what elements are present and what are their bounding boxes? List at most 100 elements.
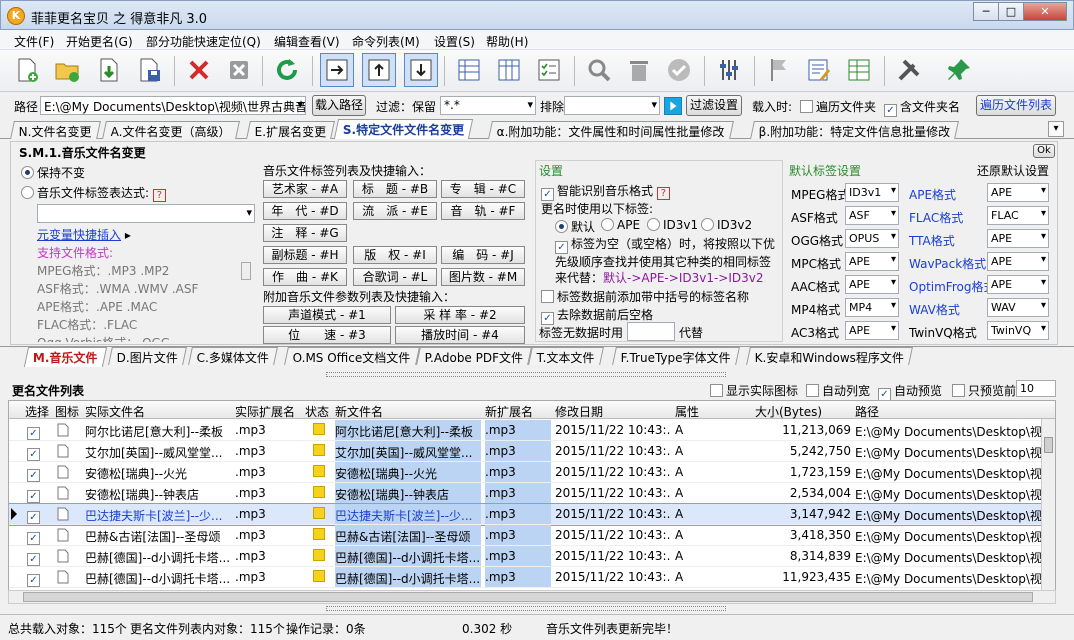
format-combo[interactable]: WAV [987,298,1049,317]
table-row[interactable]: ✓ 阿尔比诺尼[意大利]--柔板 .mp3 阿尔比诺尼[意大利]--柔板 .mp3 201… [9,420,1055,441]
menu-quick-locate[interactable]: 部分功能快速定位(Q) [146,33,261,50]
col-new-filename[interactable]: 新文件名 [335,403,383,420]
path-combo[interactable]: E:\@My Documents\Desktop\视频\世界古典音乐\ [40,96,306,115]
col-select[interactable]: 选择 [25,403,49,420]
menu-edit-view[interactable]: 编辑查看(V) [274,33,340,50]
format-combo[interactable]: APE [987,183,1049,202]
smart-checkbox[interactable]: ✓ 智能识别音乐格式 ? [541,182,670,201]
tag-ape-radio[interactable]: APE [601,218,640,232]
col-new-extension[interactable]: 新扩展名 [485,403,533,420]
menu-start-rename[interactable]: 开始更名(G) [66,33,133,50]
show-icon-checkbox[interactable]: 显示实际图标 [710,382,798,399]
tab-name-change[interactable]: N.文件名变更 [10,121,101,139]
bottom-splitter-handle[interactable] [326,606,726,611]
exclude-combo[interactable] [564,96,660,115]
tag-comment-button[interactable]: 注 释 - #G [263,224,347,242]
filter-combo[interactable]: *.* [440,96,536,115]
col-filename[interactable]: 实际文件名 [85,403,145,420]
recurse-list-button[interactable]: 遍历文件列表 [976,95,1056,116]
table-row[interactable]: ✓ 巴达捷夫斯卡[波兰]--少... .mp3 巴达捷夫斯卡[波兰]--少... .mp… [9,503,1055,526]
param-channel-button[interactable]: 声道模式 - #1 [263,306,391,324]
tag-year-button[interactable]: 年 代 - #D [263,202,347,220]
param-duration-button[interactable]: 播放时间 - #4 [395,326,525,344]
close-button[interactable]: ✕ [1023,2,1067,21]
new-file-icon[interactable] [10,53,44,87]
col-extension[interactable]: 实际扩展名 [235,403,295,420]
filter-settings-button[interactable]: 过滤设置 [686,95,742,116]
col-status[interactable]: 状态 [305,403,329,420]
tab-file-info[interactable]: β.附加功能：特定文件信息批量修改 [750,121,960,139]
tabs-dropdown-icon[interactable]: ▾ [1048,121,1064,137]
add-folder-icon[interactable] [50,53,84,87]
menu-commands[interactable]: 命令列表(M) [352,33,420,50]
load-path-button[interactable]: 载入路径 [312,95,366,116]
format-combo[interactable]: ASF [845,206,899,225]
splitter-handle[interactable] [326,372,726,377]
tag-expr-radio[interactable]: 音乐文件标签表达式: ? [21,184,166,202]
tag-pictures-button[interactable]: 图片数 - #M [441,268,525,286]
col-path[interactable]: 路径 [855,403,879,420]
pin-icon[interactable] [942,53,976,87]
column-left-icon[interactable] [452,53,486,87]
save-list-icon[interactable] [132,53,166,87]
recurse-checkbox[interactable]: 遍历文件夹 [800,98,876,115]
import-icon[interactable] [92,53,126,87]
param-bitrate-button[interactable]: 位 速 - #3 [263,326,391,344]
format-combo[interactable]: APE [845,252,899,271]
h-scroll-thumb[interactable] [23,592,1033,602]
table-row[interactable]: ✓ 巴赫[德国]--d小调托卡塔... .mp3 巴赫[德国]--d小调托卡塔....… [9,546,1055,567]
format-combo[interactable]: ID3v1 [845,183,899,202]
checklist-icon[interactable] [532,53,566,87]
col-attributes[interactable]: 属性 [675,403,699,420]
maximize-button[interactable]: □ [998,2,1024,21]
tab-image[interactable]: D.图片文件 [108,347,187,365]
tab-pdf[interactable]: P.Adobe PDF文件 [416,347,533,365]
empty-tag-checkbox[interactable]: ✓ 标签为空（或空格）时，将按照以下优先级顺序查找并使用其它种类的相同标签来代替：… [555,236,777,286]
tab-apk-exe[interactable]: K.安卓和Windows程序文件 [746,347,914,365]
col-size[interactable]: 大小(Bytes) [755,403,822,420]
col-modified[interactable]: 修改日期 [555,403,603,420]
scroll-thumb[interactable] [1044,437,1053,453]
format-combo[interactable]: APE [845,321,899,340]
panel-ok-button[interactable]: Ok [1033,144,1055,158]
include-folder-checkbox[interactable]: ✓ 含文件夹名 [884,98,960,117]
format-combo[interactable]: FLAC [987,206,1049,225]
tag-lyrics-button[interactable]: 合歌词 - #L [353,268,437,286]
format-combo[interactable]: APE [845,275,899,294]
trash-icon[interactable] [622,53,656,87]
format-combo[interactable]: MP4 [845,298,899,317]
tab-file-attributes[interactable]: α.附加功能：文件属性和时间属性批量修改 [488,121,734,139]
apply-filter-icon[interactable] [664,97,682,115]
tag-subtitle-button[interactable]: 副标题 - #H [263,246,347,264]
menu-settings[interactable]: 设置(S) [434,33,475,50]
horizontal-scrollbar[interactable] [8,590,1056,604]
format-combo[interactable]: APE [987,252,1049,271]
table-row[interactable]: ✓ 巴赫[德国]--d小调托卡塔... .mp3 巴赫[德国]--d小调托卡塔....… [9,567,1055,588]
meta-quick-insert[interactable]: 元变量快捷插入 ▸ [37,226,131,243]
table-row[interactable]: ✓ 巴赫&古诺[法国]--圣母颂 .mp3 巴赫&古诺[法国]--圣母颂 .mp3 201… [9,525,1055,546]
format-combo[interactable]: APE [987,275,1049,294]
tab-office[interactable]: O.MS Office文档文件 [284,347,420,365]
view-up-icon[interactable] [362,53,396,87]
minimize-button[interactable]: ─ [973,2,999,21]
menu-file[interactable]: 文件(F) [14,33,54,50]
tab-music[interactable]: M.音乐文件 [23,347,107,367]
support-scrollbar[interactable] [241,262,251,280]
edit-doc-icon[interactable] [802,53,836,87]
param-samplerate-button[interactable]: 采 样 率 - #2 [395,306,525,324]
tag-expr-combo[interactable] [37,204,255,223]
clear-icon[interactable] [222,53,256,87]
preview-first-checkbox[interactable]: 只预览前 [952,382,1016,399]
table-row[interactable]: ✓ 安德松[瑞典]--火光 .mp3 安德松[瑞典]--火光 .mp3 2015/11/2… [9,462,1055,483]
tag-artist-button[interactable]: 艺术家 - #A [263,180,347,198]
format-combo[interactable]: OPUS [845,229,899,248]
tag-copyright-button[interactable]: 版 权 - #I [353,246,437,264]
tab-media[interactable]: C.多媒体文件 [188,347,279,365]
vertical-scrollbar[interactable] [1041,419,1055,599]
confirm-icon[interactable] [662,53,696,87]
tag-track-button[interactable]: 音 轨 - #F [441,202,525,220]
refresh-icon[interactable] [270,53,304,87]
tab-name-change-advanced[interactable]: A.文件名变更（高级） [102,121,240,139]
tag-id3v1-radio[interactable]: ID3v1 [647,218,698,232]
column-grid-icon[interactable] [492,53,526,87]
